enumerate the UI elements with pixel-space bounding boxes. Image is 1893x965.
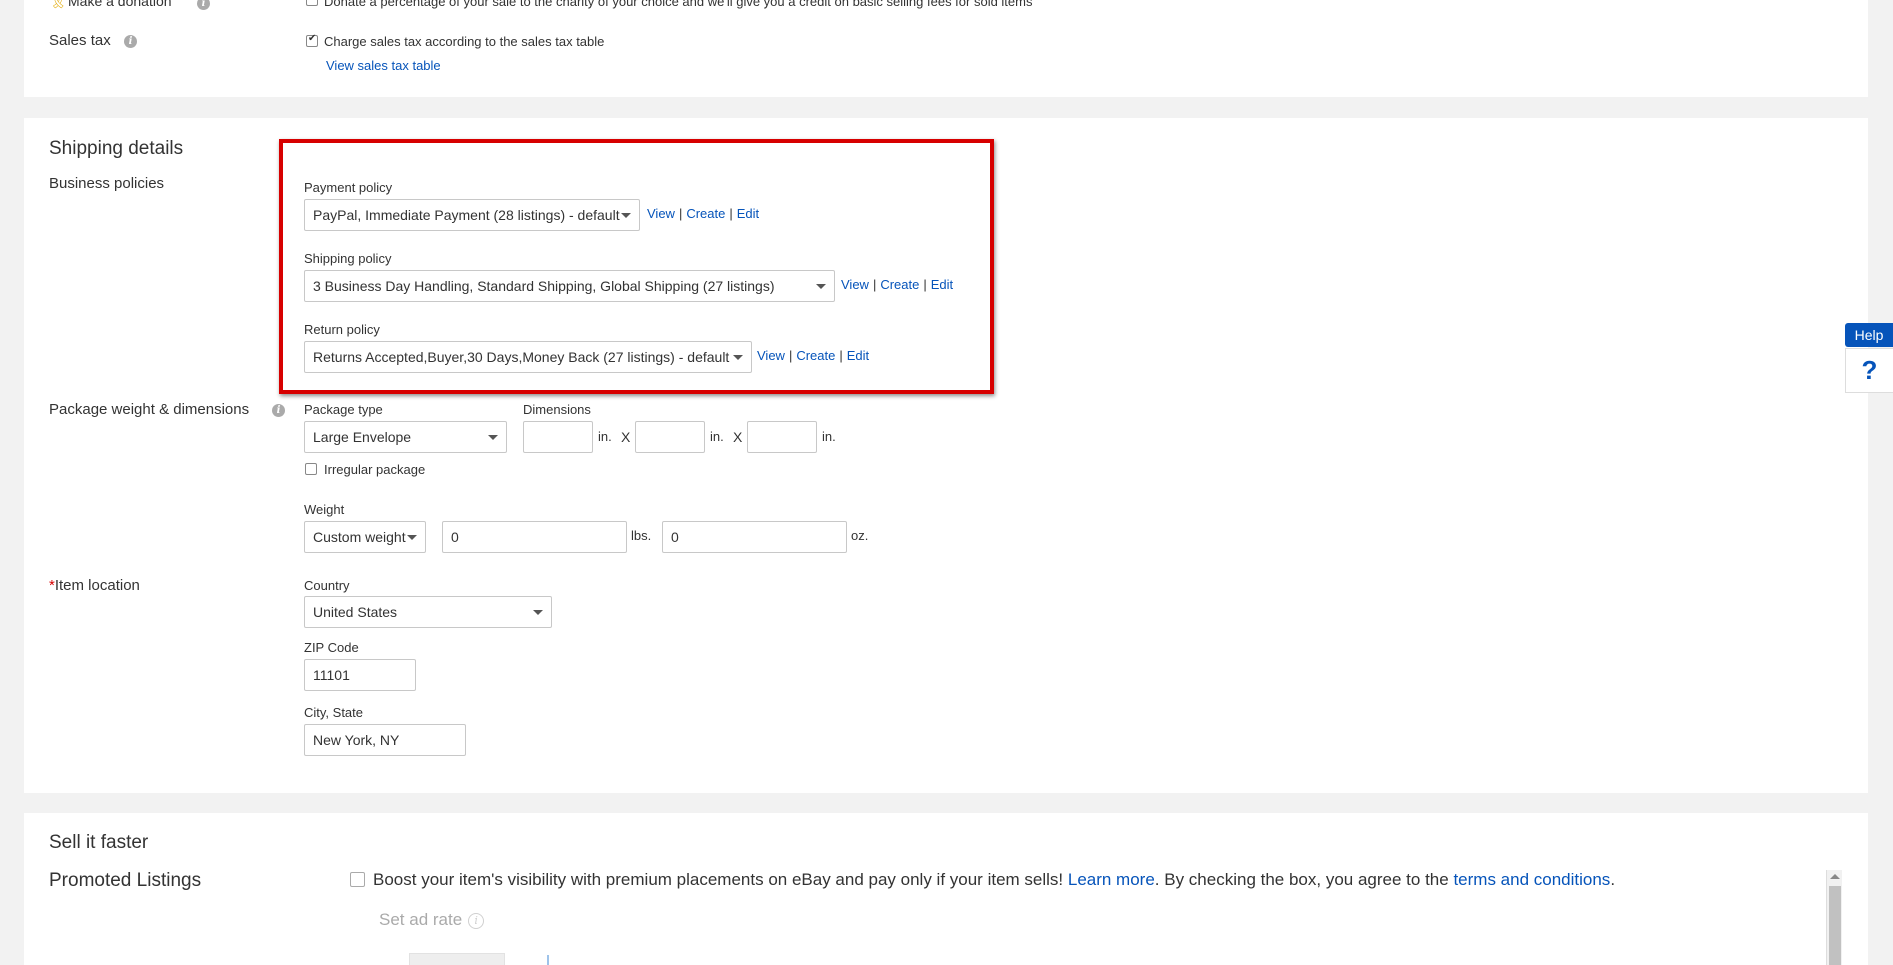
- package-type-value: Large Envelope: [313, 429, 412, 445]
- weight-lbs-input[interactable]: 0: [442, 521, 627, 553]
- dimension-height-input[interactable]: [747, 421, 817, 453]
- top-panel: 🎗 Make a donation i Donate a percentage …: [24, 0, 1868, 97]
- weight-oz-unit: oz.: [851, 528, 869, 543]
- promoted-listings-label: Promoted Listings: [49, 870, 202, 891]
- shipping-section-title: Shipping details: [49, 138, 184, 159]
- sales-tax-info-icon[interactable]: i: [124, 35, 137, 48]
- sales-tax-checkbox[interactable]: [306, 33, 318, 47]
- boost-text: Boost your item's visibility with premiu…: [373, 870, 1616, 889]
- inner-scrollbar[interactable]: [1826, 870, 1842, 965]
- sell-faster-panel: Sell it faster Promoted Listings Boost y…: [24, 813, 1868, 965]
- sales-tax-checkbox-text: Charge sales tax according to the sales …: [324, 34, 605, 49]
- package-type-select[interactable]: Large Envelope: [304, 421, 507, 453]
- weight-lbs-value: 0: [451, 529, 459, 545]
- weight-type-value: Custom weight: [313, 529, 406, 545]
- scroll-up-arrow-icon[interactable]: [1830, 874, 1840, 879]
- zip-code-value: 11101: [313, 667, 350, 683]
- zip-code-label: ZIP Code: [304, 640, 359, 655]
- promoted-listings-checkbox[interactable]: [350, 872, 365, 887]
- country-label: Country: [304, 578, 350, 593]
- item-location-label: Item location: [54, 577, 140, 594]
- country-select[interactable]: United States: [304, 596, 552, 628]
- help-tab[interactable]: Help: [1845, 323, 1893, 347]
- business-policies-label: Business policies: [49, 175, 165, 192]
- sell-faster-title: Sell it faster: [49, 832, 149, 853]
- irregular-package-checkbox[interactable]: [305, 463, 317, 475]
- weight-label: Weight: [304, 502, 345, 517]
- package-type-label: Package type: [304, 402, 383, 417]
- scrollbar-thumb[interactable]: [1829, 886, 1841, 965]
- dimension-x-2: X: [733, 429, 743, 445]
- chevron-down-icon: [488, 435, 498, 440]
- chevron-down-icon: [533, 610, 543, 615]
- ad-rate-input-top[interactable]: [409, 953, 505, 965]
- city-state-label: City, State: [304, 705, 364, 720]
- weight-oz-value: 0: [671, 529, 679, 545]
- donation-label: Make a donation: [68, 0, 172, 9]
- ad-rate-slider-marker: [547, 955, 549, 965]
- ribbon-icon: 🎗: [50, 0, 67, 9]
- weight-lbs-unit: lbs.: [631, 528, 652, 543]
- business-policies-highlight: [279, 139, 994, 394]
- weight-type-select[interactable]: Custom weight: [304, 521, 426, 553]
- chevron-down-icon: [407, 535, 417, 540]
- terms-and-conditions-link[interactable]: terms and conditions: [1453, 870, 1610, 889]
- dimension-length-unit: in.: [598, 429, 612, 444]
- zip-code-input[interactable]: 11101: [304, 659, 416, 691]
- donation-checkbox[interactable]: [306, 0, 318, 6]
- dimension-height-unit: in.: [822, 429, 836, 444]
- donation-info-icon[interactable]: i: [197, 0, 210, 10]
- package-info-icon[interactable]: i: [272, 404, 285, 417]
- city-state-input[interactable]: New York, NY: [304, 724, 466, 756]
- item-location-label-wrap: *Item location: [49, 577, 140, 594]
- set-ad-rate-label: Set ad rate i: [379, 910, 485, 930]
- dimensions-label: Dimensions: [523, 402, 591, 417]
- dimension-width-unit: in.: [710, 429, 724, 444]
- country-value: United States: [313, 604, 398, 620]
- sales-tax-label: Sales tax: [49, 32, 111, 49]
- view-sales-tax-table-link[interactable]: View sales tax table: [326, 58, 441, 73]
- package-weight-dimensions-label: Package weight & dimensions: [49, 401, 250, 418]
- dimension-x-1: X: [621, 429, 631, 445]
- dimension-width-input[interactable]: [635, 421, 705, 453]
- dimension-length-input[interactable]: [523, 421, 593, 453]
- help-question-icon[interactable]: ?: [1845, 348, 1893, 393]
- donation-checkbox-text: Donate a percentage of your sale to the …: [324, 0, 1033, 9]
- ad-rate-info-icon[interactable]: i: [468, 912, 485, 929]
- irregular-package-label: Irregular package: [324, 462, 426, 477]
- weight-oz-input[interactable]: 0: [662, 521, 847, 553]
- learn-more-link[interactable]: Learn more: [1068, 870, 1155, 889]
- city-state-value: New York, NY: [313, 732, 400, 748]
